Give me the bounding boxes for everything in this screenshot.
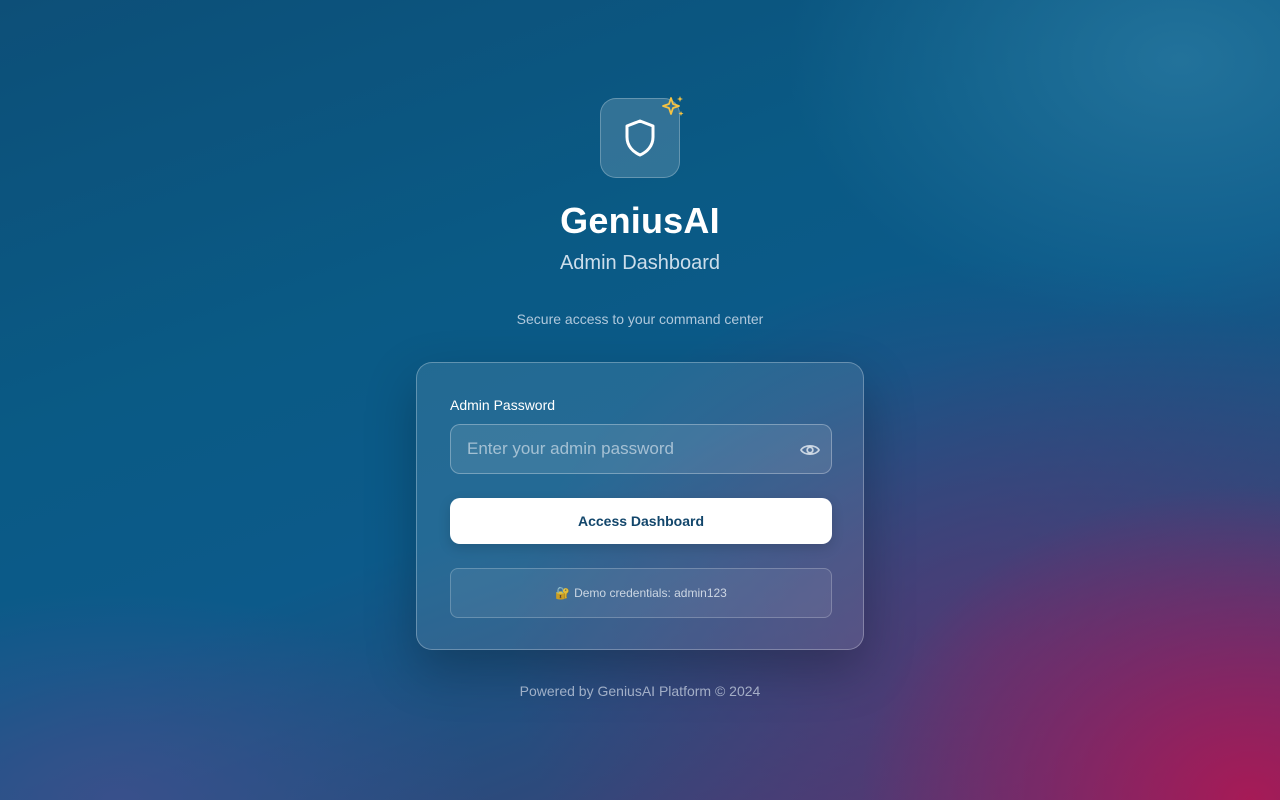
access-dashboard-button[interactable]: Access Dashboard [450, 498, 832, 544]
app-subtitle: Admin Dashboard [559, 252, 721, 274]
demo-credentials-note: 🔐 Demo credentials: admin123 [450, 568, 832, 618]
footer-text: Powered by GeniusAI Platform © 2024 [519, 683, 761, 699]
eye-icon[interactable] [799, 439, 821, 461]
login-card: Admin Password Access Dashboard 🔐 Demo c… [416, 362, 864, 650]
demo-credentials-text: Demo credentials: admin123 [574, 586, 727, 600]
lock-key-icon: 🔐 [555, 586, 571, 600]
shield-icon [625, 119, 655, 157]
password-field-wrapper [450, 424, 832, 474]
password-label: Admin Password [450, 397, 556, 413]
tagline: Secure access to your command center [516, 311, 764, 327]
sparkles-icon [662, 96, 684, 116]
app-title: GeniusAI [560, 200, 720, 241]
password-input[interactable] [451, 425, 831, 473]
